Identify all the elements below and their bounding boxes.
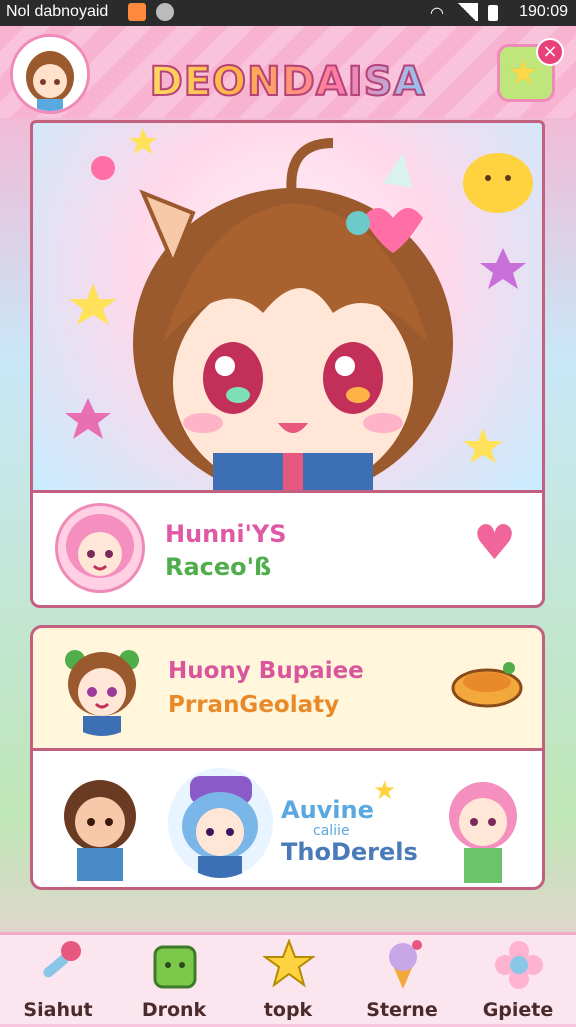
characters-banner-text: Auvine xyxy=(281,796,374,824)
app-title: DEONDAISA xyxy=(135,52,440,112)
featured-avatar xyxy=(53,638,151,736)
featured-title: Huony Bupaiee xyxy=(168,658,364,684)
hero-character-panel xyxy=(30,120,545,490)
snack-bowl-icon[interactable] xyxy=(451,658,523,708)
star-icon: ★ xyxy=(508,53,539,93)
nav-label: topk xyxy=(263,999,313,1021)
status-bar: Nol dabnoyaid ◠ 190:09 xyxy=(0,0,576,26)
wifi-icon: ◠ xyxy=(430,5,444,22)
nav-item-gpiete[interactable]: Gpiete xyxy=(468,935,568,1027)
notification-face-icon xyxy=(156,3,174,21)
profile-card[interactable]: Hunni'YS Raceo'ß ♥ xyxy=(30,490,545,608)
character-thumb-2[interactable] xyxy=(168,768,273,878)
bottom-navigation: Siahut Dronk topk Sterne Gpiete xyxy=(0,932,576,1024)
status-carrier-text: Nol dabnoyaid xyxy=(6,3,109,20)
star-icon: ★ xyxy=(373,776,397,806)
nav-label: Gpiete xyxy=(482,999,554,1021)
signal-icon xyxy=(456,3,478,21)
star-trophy-icon xyxy=(263,939,315,988)
nav-item-topk[interactable]: topk xyxy=(238,935,338,1027)
nav-item-sterne[interactable]: Sterne xyxy=(352,935,452,1027)
nav-label: Siahut xyxy=(23,999,93,1021)
ice-cream-icon xyxy=(389,940,422,989)
notification-app-icon xyxy=(128,3,146,21)
profile-name: Hunni'YS xyxy=(165,520,287,548)
battery-icon xyxy=(488,5,498,21)
characters-title: ThoDerels xyxy=(281,838,418,866)
profile-card-avatar xyxy=(55,503,145,593)
characters-small-text: caliie xyxy=(313,823,350,839)
clock: 190:09 xyxy=(519,3,568,20)
microphone-icon xyxy=(43,941,81,978)
nav-item-dronk[interactable]: Dronk xyxy=(124,935,224,1027)
hero-character-illustration xyxy=(65,128,533,490)
profile-avatar[interactable] xyxy=(10,34,90,114)
green-cube-icon xyxy=(153,945,197,989)
heart-icon[interactable]: ♥ xyxy=(473,519,516,567)
character-thumb-3[interactable] xyxy=(438,768,528,883)
profile-subtitle: Raceo'ß xyxy=(165,553,272,581)
character-thumb-1[interactable] xyxy=(55,766,145,881)
nav-item-siahut[interactable]: Siahut xyxy=(8,935,108,1027)
featured-subtitle: PrranGeolaty xyxy=(168,692,340,718)
flower-icon xyxy=(495,941,543,989)
featured-card[interactable]: Huony Bupaiee PrranGeolaty Auvine caliie… xyxy=(30,625,545,890)
nav-label: Sterne xyxy=(366,999,438,1021)
close-icon[interactable]: × xyxy=(536,38,564,66)
nav-label: Dronk xyxy=(141,999,207,1021)
